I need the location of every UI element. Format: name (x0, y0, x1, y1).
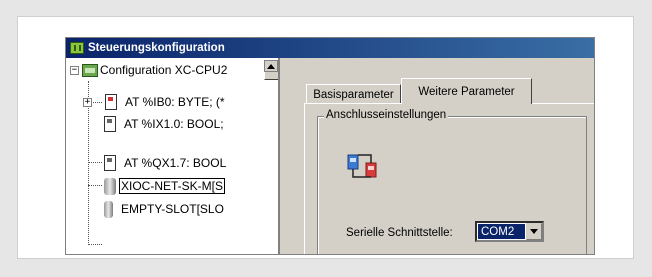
digital-output-bit-icon (104, 155, 116, 171)
serial-interface-label: Serielle Schnittstelle: (346, 227, 453, 239)
tree-item-label: XIOC-NET-SK-M[S (119, 178, 226, 194)
digital-input-icon (105, 94, 117, 110)
configuration-app-icon (70, 42, 84, 54)
tab-basisparameter[interactable]: Basisparameter (306, 84, 401, 104)
tree-item-label: AT %QX1.7: BOOL (124, 156, 227, 170)
serial-interface-select[interactable]: COM2 (475, 221, 544, 242)
tree-item-label: EMPTY-SLOT[SLO (121, 202, 224, 216)
tree-item-empty-slot[interactable]: EMPTY-SLOT[SLO (104, 200, 224, 218)
tree-connector (88, 185, 102, 187)
group-legend: Anschlusseinstellungen (324, 109, 449, 121)
collapse-icon[interactable]: − (70, 65, 79, 75)
tree-item-root[interactable]: − Configuration XC-CPU2 (70, 62, 227, 78)
chevron-down-icon (530, 229, 538, 234)
tree-item-label: Configuration XC-CPU2 (100, 63, 228, 77)
tree-item-qx1-7[interactable]: AT %QX1.7: BOOL (104, 155, 226, 171)
tree-item-ix1-0[interactable]: AT %IX1.0: BOOL; (104, 116, 224, 132)
parameter-panel: Basisparameter Weitere Parameter Anschlu… (280, 58, 594, 254)
tab-weitere-parameter[interactable]: Weitere Parameter (401, 78, 532, 104)
dropdown-button[interactable] (526, 223, 542, 240)
tab-page: Anschlusseinstellungen Serielle Schnitts… (304, 103, 594, 254)
empty-slot-icon (104, 200, 113, 218)
tree-connector (88, 162, 102, 164)
tree-item-label: AT %IX1.0: BOOL; (124, 117, 224, 131)
scroll-up-button[interactable] (264, 60, 278, 72)
tree-item-ib0[interactable]: + AT %IB0: BYTE; (* (83, 94, 225, 110)
configuration-icon (82, 63, 98, 77)
tree-item-label: AT %IB0: BYTE; (* (125, 95, 225, 109)
serial-connection-icon (347, 154, 377, 178)
connection-settings-group: Anschlusseinstellungen Serielle Schnitts… (317, 109, 587, 254)
scrollbar-thumb[interactable] (264, 72, 278, 80)
controller-configuration-window: Steuerungskonfiguration − Configuration … (65, 37, 595, 255)
title-bar[interactable]: Steuerungskonfiguration (66, 38, 594, 58)
digital-input-bit-icon (104, 116, 116, 132)
tree-connector (88, 244, 102, 246)
serial-interface-value: COM2 (478, 224, 525, 239)
arrow-up-icon (267, 63, 275, 69)
expand-icon[interactable]: + (83, 97, 92, 107)
configuration-tree[interactable]: − Configuration XC-CPU2 + AT %IB0: BYTE;… (66, 58, 280, 254)
window-title: Steuerungskonfiguration (88, 42, 225, 54)
tree-item-xioc-net[interactable]: XIOC-NET-SK-M[S (104, 177, 226, 195)
module-icon (104, 177, 116, 195)
